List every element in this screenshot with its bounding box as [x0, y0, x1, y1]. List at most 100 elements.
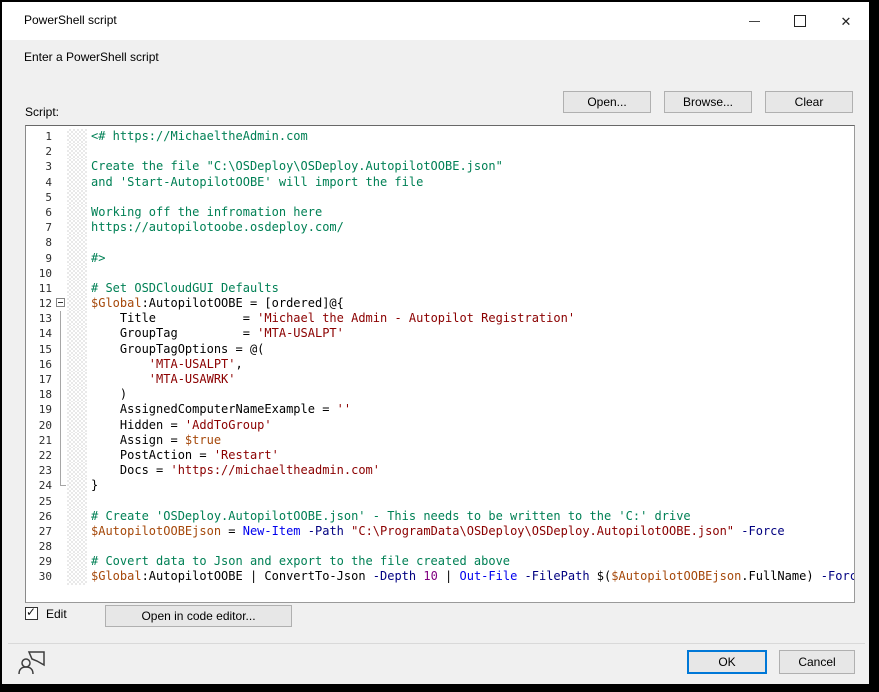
fold-margin [56, 569, 67, 584]
code-text: # Create 'OSDeploy.AutopilotOOBE.json' -… [87, 509, 854, 524]
fold-margin [56, 159, 67, 174]
maximize-icon [794, 15, 806, 27]
code-text: #> [87, 251, 854, 266]
gutter-hatch-band [67, 494, 87, 509]
code-text: } [87, 478, 854, 493]
code-text: AssignedComputerNameExample = '' [87, 402, 854, 417]
fold-margin [56, 433, 67, 448]
gutter-hatch-band [67, 357, 87, 372]
code-line: 17 'MTA-USAWRK' [26, 372, 854, 387]
code-text: # Covert data to Json and export to the … [87, 554, 854, 569]
line-number: 3 [26, 159, 56, 174]
gutter-hatch-band [67, 296, 87, 311]
clear-button[interactable]: Clear [765, 91, 853, 113]
fold-margin [56, 251, 67, 266]
code-line: 21 Assign = $true [26, 433, 854, 448]
line-number: 10 [26, 266, 56, 281]
gutter-hatch-band [67, 539, 87, 554]
gutter-hatch-band [67, 144, 87, 159]
code-text [87, 144, 854, 159]
close-button[interactable]: ✕ [823, 2, 869, 40]
script-editor[interactable]: 1<# https://MichaeltheAdmin.com23Create … [25, 125, 855, 603]
line-number: 9 [26, 251, 56, 266]
code-line: 16 'MTA-USALPT', [26, 357, 854, 372]
code-text: https://autopilotoobe.osdeploy.com/ [87, 220, 854, 235]
cancel-button[interactable]: Cancel [779, 650, 855, 674]
code-line: 12$Global:AutopilotOOBE = [ordered]@{ [26, 296, 854, 311]
gutter-hatch-band [67, 159, 87, 174]
dialog-instruction: Enter a PowerShell script [24, 50, 159, 64]
code-text: Hidden = 'AddToGroup' [87, 418, 854, 433]
fold-margin [56, 235, 67, 250]
code-line: 24} [26, 478, 854, 493]
fold-margin [56, 205, 67, 220]
fold-margin [56, 281, 67, 296]
gutter-hatch-band [67, 129, 87, 144]
gutter-hatch-band [67, 463, 87, 478]
code-line: 27 $AutopilotOOBEjson = New-Item -Path "C… [26, 524, 854, 539]
caption-buttons: ✕ [731, 2, 869, 40]
code-line: 1<# https://MichaeltheAdmin.com [26, 129, 854, 144]
line-number: 22 [26, 448, 56, 463]
line-number: 11 [26, 281, 56, 296]
user-presentation-icon [17, 647, 47, 677]
line-number: 4 [26, 175, 56, 190]
line-number: 18 [26, 387, 56, 402]
code-text: # Set OSDCloudGUI Defaults [87, 281, 854, 296]
code-text: 'MTA-USALPT', [87, 357, 854, 372]
ok-button[interactable]: OK [687, 650, 767, 674]
line-number: 24 [26, 478, 56, 493]
line-number: 27 [26, 524, 56, 539]
open-in-code-editor-button[interactable]: Open in code editor... [105, 605, 292, 627]
code-line: 3Create the file "C:\OSDeploy\OSDeploy.A… [26, 159, 854, 174]
fold-margin [56, 190, 67, 205]
browse-button[interactable]: Browse... [664, 91, 752, 113]
open-button[interactable]: Open... [563, 91, 651, 113]
gutter-hatch-band [67, 205, 87, 220]
code-text: GroupTagOptions = @( [87, 342, 854, 357]
line-number: 20 [26, 418, 56, 433]
gutter-hatch-band [67, 251, 87, 266]
code-text: $Global:AutopilotOOBE | ConvertTo-Json -… [87, 569, 855, 584]
code-line: 26 # Create 'OSDeploy.AutopilotOOBE.json'… [26, 509, 854, 524]
code-line: 18 ) [26, 387, 854, 402]
line-number: 16 [26, 357, 56, 372]
code-text: and 'Start-AutopilotOOBE' will import th… [87, 175, 854, 190]
code-line: 13 Title = 'Michael the Admin - Autopilo… [26, 311, 854, 326]
gutter-hatch-band [67, 311, 87, 326]
gutter-hatch-band [67, 281, 87, 296]
line-number: 13 [26, 311, 56, 326]
line-number: 2 [26, 144, 56, 159]
line-number: 25 [26, 494, 56, 509]
code-line: 9 #> [26, 251, 854, 266]
fold-margin [56, 266, 67, 281]
line-number: 14 [26, 326, 56, 341]
fold-collapse-icon[interactable] [56, 296, 67, 311]
line-number: 19 [26, 402, 56, 417]
edit-checkbox[interactable]: ✓ [25, 607, 38, 620]
gutter-hatch-band [67, 372, 87, 387]
code-line: 29# Covert data to Json and export to th… [26, 554, 854, 569]
fold-margin [56, 311, 67, 326]
code-text: $AutopilotOOBEjson = New-Item -Path "C:\… [87, 524, 854, 539]
fold-margin [56, 494, 67, 509]
line-number: 26 [26, 509, 56, 524]
gutter-hatch-band [67, 326, 87, 341]
script-label: Script: [25, 105, 59, 119]
code-line: 20 Hidden = 'AddToGroup' [26, 418, 854, 433]
code-text: 'MTA-USAWRK' [87, 372, 854, 387]
minimize-icon [749, 21, 760, 22]
code-text: GroupTag = 'MTA-USALPT' [87, 326, 854, 341]
line-number: 21 [26, 433, 56, 448]
code-line: 19 AssignedComputerNameExample = '' [26, 402, 854, 417]
maximize-button[interactable] [777, 2, 823, 40]
code-line: 4 and 'Start-AutopilotOOBE' will import t… [26, 175, 854, 190]
line-number: 6 [26, 205, 56, 220]
minimize-button[interactable] [731, 2, 777, 40]
gutter-hatch-band [67, 175, 87, 190]
code-text [87, 539, 854, 554]
code-text [87, 190, 854, 205]
close-icon: ✕ [841, 15, 852, 28]
gutter-hatch-band [67, 387, 87, 402]
code-text: Assign = $true [87, 433, 854, 448]
